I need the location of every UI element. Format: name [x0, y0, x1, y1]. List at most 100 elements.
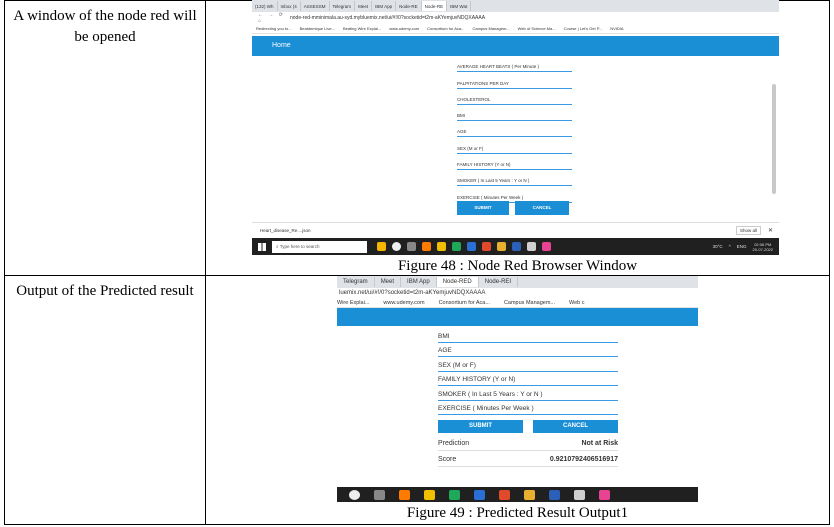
score-value: 0.9210792406516917 — [549, 456, 618, 463]
taskbar-search-input[interactable]: ⌕ Type here to search — [272, 240, 367, 253]
form-field[interactable]: SMOKER ( In Last 5 Years : Y or N ) — [457, 170, 572, 187]
browser-tab[interactable]: Meet — [355, 1, 373, 11]
form-field[interactable]: BMI — [438, 328, 618, 343]
form-field[interactable]: EXERCISE ( Minutes Per Week ) — [438, 401, 618, 415]
score-label: Score — [438, 456, 457, 463]
chevron-up-icon[interactable]: ^ — [729, 244, 731, 249]
bookmark-item[interactable]: Beating Wire Explai... — [343, 26, 381, 31]
score-row: Score 0.9210792406516917 — [438, 456, 618, 467]
show-all-button[interactable]: Show all — [735, 226, 761, 235]
word-icon[interactable] — [549, 489, 560, 500]
app-icon[interactable] — [542, 242, 551, 251]
browser-tab-strip: Telegram Meet IBM App Node-RED Node-REI — [337, 276, 698, 288]
bookmark-item[interactable]: NVIDIA — [610, 26, 623, 31]
form-field[interactable]: SEX (M or F) — [457, 137, 572, 154]
browser-tab[interactable]: (132) Wh — [252, 1, 278, 11]
store-icon[interactable] — [474, 489, 485, 500]
folder-icon[interactable] — [437, 242, 446, 251]
firefox-icon[interactable] — [422, 242, 431, 251]
download-item[interactable]: Heart_disease_Re....json — [260, 228, 311, 233]
weather-temp[interactable]: 30°C — [713, 244, 723, 249]
browser-tab[interactable]: Telegram — [337, 277, 375, 287]
browser-tab[interactable]: Inbox (4 — [278, 1, 301, 11]
prediction-label: Prediction — [438, 440, 470, 447]
row-label: Output of the Predicted result — [16, 283, 194, 299]
form-field[interactable]: FAMILY HISTORY (Y or N) — [438, 372, 618, 386]
app-icon[interactable] — [574, 489, 585, 500]
form-buttons: SUBMIT CANCEL — [457, 201, 569, 215]
browser-tab[interactable]: Node-RE — [396, 1, 422, 11]
bookmark-item[interactable]: Consortium for Aca... — [439, 300, 490, 306]
scrollbar[interactable] — [772, 84, 776, 194]
browser-tab[interactable]: IBM App — [401, 277, 437, 287]
browser-tab[interactable]: Meet — [375, 277, 402, 287]
bookmark-item[interactable]: Campus Managem... — [472, 26, 509, 31]
url-text[interactable]: node-red-mminimala.au-syd.mybluemix.net/… — [290, 15, 485, 21]
form-field[interactable]: PALPITATIONS PER DAY — [457, 72, 572, 89]
form-field[interactable]: SMOKER ( In Last 5 Years : Y or N ) — [438, 386, 618, 401]
node-red-browser-screenshot: (132) Wh Inbox (4 ASSESSM Telegram Meet … — [252, 0, 779, 255]
form-buttons: SUBMIT CANCEL — [438, 420, 618, 433]
cortana-icon[interactable] — [392, 242, 401, 251]
bookmark-item[interactable]: Campus Managem... — [504, 300, 555, 306]
clock[interactable]: 02:06 PM 20-07-2022 — [753, 242, 773, 252]
url-text[interactable]: luemix.net/ui/#!/0?socketid=t2m-aKYemjuv… — [337, 288, 698, 298]
bookmark-item[interactable]: Consortium for Aca... — [427, 26, 464, 31]
submit-button[interactable]: SUBMIT — [438, 420, 523, 433]
word-icon[interactable] — [512, 242, 521, 251]
app-icon[interactable] — [377, 242, 386, 251]
cancel-button[interactable]: CANCEL — [515, 201, 569, 215]
taskbar-apps — [377, 242, 551, 251]
office-icon[interactable] — [482, 242, 491, 251]
bookmark-item[interactable]: Web c — [569, 300, 585, 306]
browser-tab[interactable]: IBM App — [372, 1, 397, 11]
prediction-row: Prediction Not at Risk — [438, 440, 618, 451]
figure-caption: Figure 49 : Predicted Result Output1 — [406, 505, 629, 521]
folder-icon[interactable] — [424, 489, 435, 500]
browser-tab-active[interactable]: Node-RED — [436, 277, 479, 287]
browser-tab[interactable]: ASSESSM — [301, 1, 330, 11]
bookmark-item[interactable]: Course | Let's Get P... — [564, 26, 603, 31]
form-field[interactable]: FAMILY HISTORY (Y or N) — [457, 154, 572, 171]
task-view-icon[interactable] — [407, 242, 416, 251]
bookmark-item[interactable]: Wire Explai... — [337, 300, 369, 306]
bookmark-item[interactable]: www.udemy.com — [389, 26, 419, 31]
edge-icon[interactable] — [452, 242, 461, 251]
form-field[interactable]: SEX (M or F) — [438, 357, 618, 372]
office-icon[interactable] — [499, 489, 510, 500]
browser-tab[interactable]: IBM Wat — [447, 1, 472, 11]
bookmark-item[interactable]: Web of Science Ma... — [518, 26, 556, 31]
task-view-icon[interactable] — [374, 489, 385, 500]
chrome-icon[interactable] — [497, 242, 506, 251]
system-tray: 30°C ^ ENG 02:06 PM 20-07-2022 — [713, 242, 773, 252]
browser-tab-active[interactable]: Node-RE — [421, 1, 448, 11]
language-indicator[interactable]: ENG — [737, 244, 747, 249]
address-bar[interactable]: ← → ⟳ ⌂ node-red-mminimala.au-syd.myblue… — [252, 12, 779, 24]
edge-icon[interactable] — [449, 489, 460, 500]
download-bar: Heart_disease_Re....json Show all ✕ — [252, 222, 779, 238]
browser-tab-strip: (132) Wh Inbox (4 ASSESSM Telegram Meet … — [252, 0, 779, 12]
form-field[interactable]: AVERAGE HEART BEATS ( Per Minute ) — [457, 56, 572, 73]
firefox-icon[interactable] — [399, 489, 410, 500]
chrome-icon[interactable] — [524, 489, 535, 500]
close-icon[interactable]: ✕ — [768, 227, 773, 234]
browser-tab[interactable]: Node-REI — [479, 277, 519, 287]
form-field[interactable]: AGE — [438, 343, 618, 357]
bookmark-item[interactable]: Beatdemique Live... — [300, 26, 335, 31]
browser-tab[interactable]: Telegram — [330, 1, 356, 11]
form-field[interactable]: AGE — [457, 121, 572, 138]
submit-button[interactable]: SUBMIT — [457, 201, 509, 215]
cortana-icon[interactable] — [349, 489, 360, 500]
nav-buttons[interactable]: ← → ⟳ ⌂ — [258, 12, 290, 24]
bookmark-item[interactable]: Redirecting you to... — [256, 26, 292, 31]
form-field[interactable]: CHOLESTEROL — [457, 89, 572, 105]
bookmarks-bar: Wire Explai... www.udemy.com Consortium … — [337, 298, 698, 308]
app-icon[interactable] — [599, 489, 610, 500]
store-icon[interactable] — [467, 242, 476, 251]
cancel-button[interactable]: CANCEL — [533, 420, 618, 433]
form-field[interactable]: BMI — [457, 105, 572, 122]
windows-start-icon[interactable] — [258, 242, 266, 251]
prediction-value: Not at Risk — [581, 440, 618, 447]
bookmark-item[interactable]: www.udemy.com — [383, 300, 424, 306]
app-icon[interactable] — [527, 242, 536, 251]
